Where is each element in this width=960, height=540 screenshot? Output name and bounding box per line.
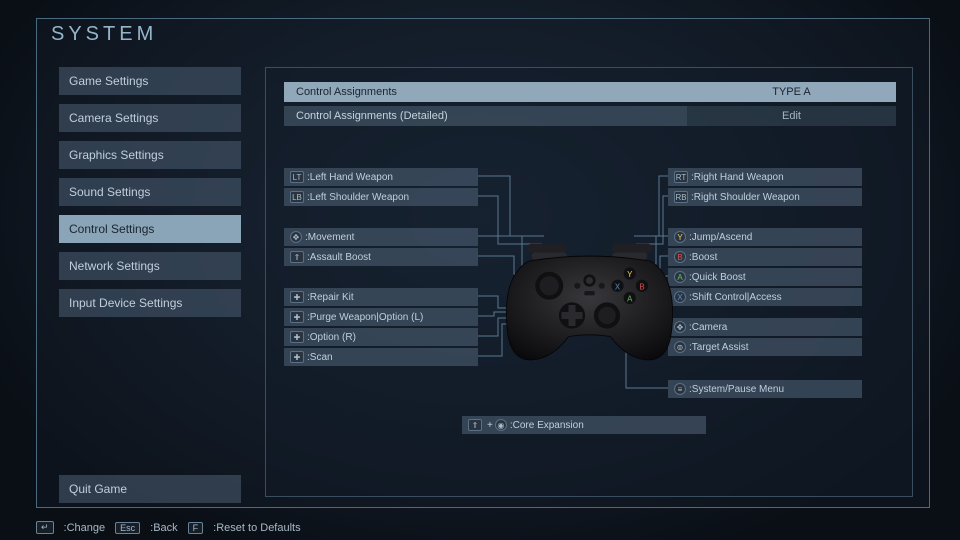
binding-label: :Camera bbox=[689, 322, 727, 333]
sidebar-item-quit-game[interactable]: Quit Game bbox=[59, 475, 241, 503]
option-label: Control Assignments (Detailed) bbox=[284, 106, 687, 126]
system-frame: SYSTEM Game Settings Camera Settings Gra… bbox=[36, 18, 930, 508]
binding-scan[interactable]: ✚ :Scan bbox=[284, 348, 478, 366]
binding-label: :Option (R) bbox=[307, 332, 356, 343]
sidebar-item-camera-settings[interactable]: Camera Settings bbox=[59, 104, 241, 132]
lt-icon: LT bbox=[290, 171, 304, 183]
l3-icon: ⇑ bbox=[468, 419, 482, 431]
enter-key-icon: ↵ bbox=[36, 521, 54, 534]
footer-reset: :Reset to Defaults bbox=[213, 522, 300, 534]
dpad-down-icon: ✚ bbox=[290, 351, 304, 363]
dpad-right-icon: ✚ bbox=[290, 331, 304, 343]
svg-text:X: X bbox=[615, 282, 621, 291]
binding-target-assist[interactable]: ⊚ :Target Assist bbox=[668, 338, 862, 356]
stick-icon: ✥ bbox=[290, 231, 302, 243]
option-control-assignments-detailed[interactable]: Control Assignments (Detailed) Edit bbox=[284, 106, 896, 126]
binding-label: :Left Shoulder Weapon bbox=[307, 192, 409, 203]
binding-jump-ascend[interactable]: Y :Jump/Ascend bbox=[668, 228, 862, 246]
binding-right-hand-weapon[interactable]: RT :Right Hand Weapon bbox=[668, 168, 862, 186]
binding-label: :Movement bbox=[305, 232, 354, 243]
option-label: Control Assignments bbox=[284, 82, 687, 102]
sidebar-item-graphics-settings[interactable]: Graphics Settings bbox=[59, 141, 241, 169]
binding-label: :Quick Boost bbox=[689, 272, 746, 283]
binding-label: :Target Assist bbox=[689, 342, 748, 353]
main-panel: Control Assignments TYPE A Control Assig… bbox=[265, 67, 913, 497]
binding-label: :Assault Boost bbox=[307, 252, 371, 263]
option-value-edit: Edit bbox=[687, 106, 896, 126]
sidebar-item-input-device-settings[interactable]: Input Device Settings bbox=[59, 289, 241, 317]
binding-boost[interactable]: B :Boost bbox=[668, 248, 862, 266]
binding-movement[interactable]: ✥ :Movement bbox=[284, 228, 478, 246]
dpad-up-icon: ✚ bbox=[290, 291, 304, 303]
binding-label: :Repair Kit bbox=[307, 292, 354, 303]
option-control-assignments[interactable]: Control Assignments TYPE A bbox=[284, 82, 896, 102]
plus-symbol: + bbox=[487, 420, 493, 431]
rt-icon: RT bbox=[674, 171, 688, 183]
sidebar-item-sound-settings[interactable]: Sound Settings bbox=[59, 178, 241, 206]
binding-core-expansion[interactable]: ⇑ + ◉ :Core Expansion bbox=[462, 416, 706, 434]
controller-image: Y B A X bbox=[502, 242, 677, 365]
binding-quick-boost[interactable]: A :Quick Boost bbox=[668, 268, 862, 286]
binding-label: :Purge Weapon|Option (L) bbox=[307, 312, 423, 323]
r3-icon: ◉ bbox=[495, 419, 507, 431]
sidebar-item-network-settings[interactable]: Network Settings bbox=[59, 252, 241, 280]
binding-label: :Shift Control|Access bbox=[689, 292, 782, 303]
footer-back: :Back bbox=[150, 522, 178, 534]
footer-change: :Change bbox=[64, 522, 106, 534]
rb-icon: RB bbox=[674, 191, 688, 203]
binding-system-pause[interactable]: ≡ :System/Pause Menu bbox=[668, 380, 862, 398]
dpad-left-icon: ✚ bbox=[290, 311, 304, 323]
f-key-icon: F bbox=[188, 522, 204, 534]
binding-label: :Boost bbox=[689, 252, 717, 263]
binding-right-shoulder-weapon[interactable]: RB :Right Shoulder Weapon bbox=[668, 188, 862, 206]
binding-assault-boost[interactable]: ⇑ :Assault Boost bbox=[284, 248, 478, 266]
binding-shift-control[interactable]: X :Shift Control|Access bbox=[668, 288, 862, 306]
sidebar-item-game-settings[interactable]: Game Settings bbox=[59, 67, 241, 95]
sidebar-item-control-settings[interactable]: Control Settings bbox=[59, 215, 241, 243]
l3-icon: ⇑ bbox=[290, 251, 304, 263]
sidebar: Game Settings Camera Settings Graphics S… bbox=[59, 67, 241, 503]
esc-key-icon: Esc bbox=[115, 522, 140, 534]
binding-repair-kit[interactable]: ✚ :Repair Kit bbox=[284, 288, 478, 306]
svg-text:Y: Y bbox=[627, 270, 633, 279]
footer-hints: ↵ :Change Esc :Back F :Reset to Defaults bbox=[36, 521, 301, 534]
binding-left-shoulder-weapon[interactable]: LB :Left Shoulder Weapon bbox=[284, 188, 478, 206]
option-value-type: TYPE A bbox=[687, 82, 896, 102]
page-title: SYSTEM bbox=[51, 23, 157, 46]
binding-label: :Left Hand Weapon bbox=[307, 172, 393, 183]
svg-text:B: B bbox=[639, 282, 644, 291]
binding-label: :Right Hand Weapon bbox=[691, 172, 784, 183]
binding-purge-weapon[interactable]: ✚ :Purge Weapon|Option (L) bbox=[284, 308, 478, 326]
binding-left-hand-weapon[interactable]: LT :Left Hand Weapon bbox=[284, 168, 478, 186]
lb-icon: LB bbox=[290, 191, 304, 203]
menu-button-icon: ≡ bbox=[674, 383, 686, 395]
binding-label: :Right Shoulder Weapon bbox=[691, 192, 800, 203]
binding-label: :Jump/Ascend bbox=[689, 232, 752, 243]
binding-option-r[interactable]: ✚ :Option (R) bbox=[284, 328, 478, 346]
binding-camera[interactable]: ✥ :Camera bbox=[668, 318, 862, 336]
binding-label: :Scan bbox=[307, 352, 333, 363]
binding-label: :Core Expansion bbox=[510, 420, 584, 431]
svg-text:A: A bbox=[627, 295, 633, 304]
binding-label: :System/Pause Menu bbox=[689, 384, 784, 395]
